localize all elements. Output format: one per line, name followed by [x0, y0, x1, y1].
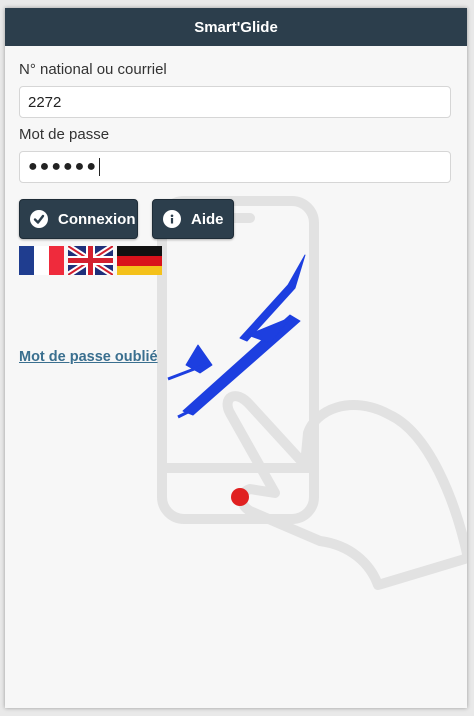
flag-uk-icon[interactable] — [68, 246, 113, 275]
help-button[interactable]: Aide — [152, 199, 234, 239]
help-button-label: Aide — [191, 210, 224, 228]
login-button-label: Connexion — [58, 210, 136, 228]
flag-de-icon[interactable] — [117, 246, 162, 275]
password-label: Mot de passe — [19, 126, 110, 143]
record-dot — [231, 488, 249, 506]
forgot-password-link[interactable]: Mot de passe oublié — [19, 349, 158, 365]
password-input[interactable]: ●●●●●● — [19, 151, 451, 183]
info-icon — [163, 210, 181, 228]
hand-outline — [222, 391, 467, 590]
app-header: Smart'Glide — [5, 8, 467, 46]
password-mask: ●●●●●● — [28, 158, 98, 175]
phone-glider-illustration — [157, 196, 467, 590]
text-cursor — [98, 158, 100, 176]
check-icon — [30, 210, 48, 228]
app-window: Smart'Glide N° national ou courriel Mot … — [5, 8, 467, 708]
login-button[interactable]: Connexion — [19, 199, 138, 239]
app-title: Smart'Glide — [194, 18, 278, 36]
login-label: N° national ou courriel — [19, 61, 167, 78]
flag-fr-icon[interactable] — [19, 246, 64, 275]
login-input[interactable] — [19, 86, 451, 118]
